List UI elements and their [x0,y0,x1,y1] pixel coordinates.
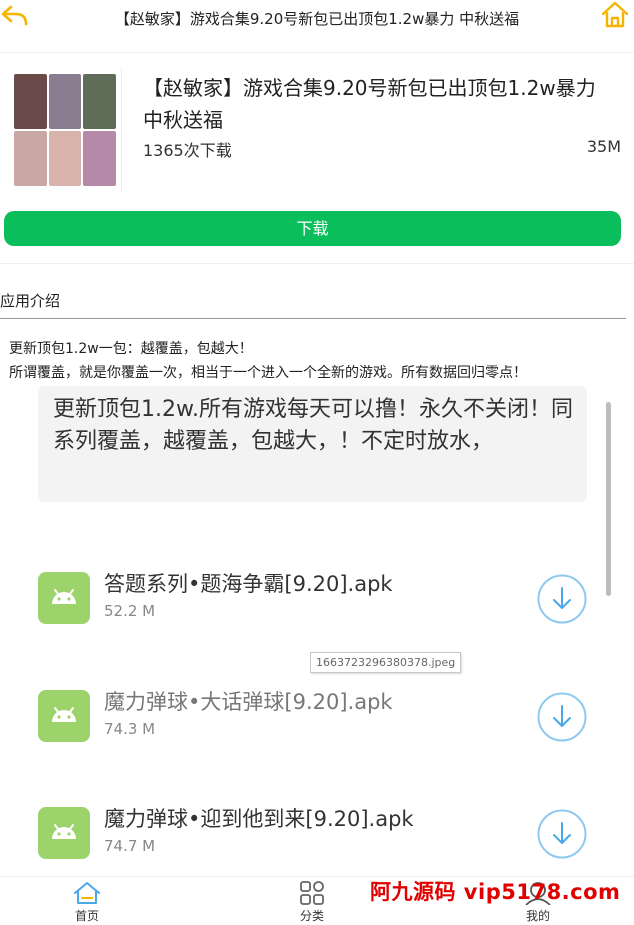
file-size: 74.7 M [104,837,156,855]
nav-category-label: 分类 [299,909,324,923]
nav-category[interactable]: 分类 [282,881,342,925]
thumbnail-tile [48,131,82,186]
nav-home[interactable]: 首页 [57,881,117,925]
intro-heading: 应用介绍 [0,292,61,310]
app-size: 35M [586,137,621,156]
android-icon [38,807,90,859]
app-header: 【赵敏家】游戏合集9.20号新包已出顶包1.2w暴力 中秋送福 1365次下载 … [0,60,634,195]
download-circle-icon[interactable] [537,574,587,624]
android-icon [38,572,90,624]
file-item[interactable]: 魔力弹球•迎到他到来[9.20].apk 74.7 M [0,793,634,873]
nav-home-label: 首页 [74,909,99,923]
download-button[interactable]: 下载 [4,211,621,246]
divider [0,52,634,53]
intro-image: 更新顶包1.2w.所有游戏每天可以撸！永久不关闭！同系列覆盖，越覆盖，包越大，！… [0,382,634,877]
file-item[interactable]: 答题系列•题海争霸[9.20].apk 52.2 M [0,558,634,638]
image-tooltip: 1663723296380378.jpeg [310,652,462,673]
file-name: 魔力弹球•大话弹球[9.20].apk [104,690,393,714]
intro-divider [0,318,626,319]
top-bar: 【赵敏家】游戏合集9.20号新包已出顶包1.2w暴力 中秋送福 [0,0,634,38]
download-circle-icon[interactable] [537,692,587,742]
android-icon [38,690,90,742]
file-name: 魔力弹球•迎到他到来[9.20].apk [104,807,414,831]
nav-me-label: 我的 [525,909,550,923]
page-title: 【赵敏家】游戏合集9.20号新包已出顶包1.2w暴力 中秋送福 [114,10,520,28]
grid-icon [300,881,324,905]
home-icon [74,882,100,904]
file-size: 74.3 M [104,720,156,738]
file-item[interactable]: 魔力弹球•大话弹球[9.20].apk 74.3 M [0,676,634,756]
announcement-note: 更新顶包1.2w.所有游戏每天可以撸！永久不关闭！同系列覆盖，越覆盖，包越大，！… [38,386,587,502]
intro-text: 更新顶包1.2w一包：越覆盖，包越大！ 所谓覆盖，就是你覆盖一次，相当于一个进入… [9,337,527,385]
file-size: 52.2 M [104,602,156,620]
watermark: 阿九源码 vip5178.com [370,880,621,904]
app-thumbnail [6,68,122,192]
thumbnail-tile [14,131,47,186]
home-icon[interactable] [600,0,630,30]
divider [0,263,634,264]
back-arrow-icon[interactable] [0,2,30,32]
download-circle-icon[interactable] [537,809,587,859]
thumbnail-tile [14,74,47,129]
thumbnail-tile [83,131,116,186]
download-count: 1365次下载 [143,141,232,160]
intro-line-1: 更新顶包1.2w一包：越覆盖，包越大！ [9,341,253,357]
thumbnail-tile [83,74,116,129]
file-name: 答题系列•题海争霸[9.20].apk [104,572,393,596]
thumbnail-tile [48,74,82,129]
app-title: 【赵敏家】游戏合集9.20号新包已出顶包1.2w暴力 中秋送福 [143,76,596,132]
